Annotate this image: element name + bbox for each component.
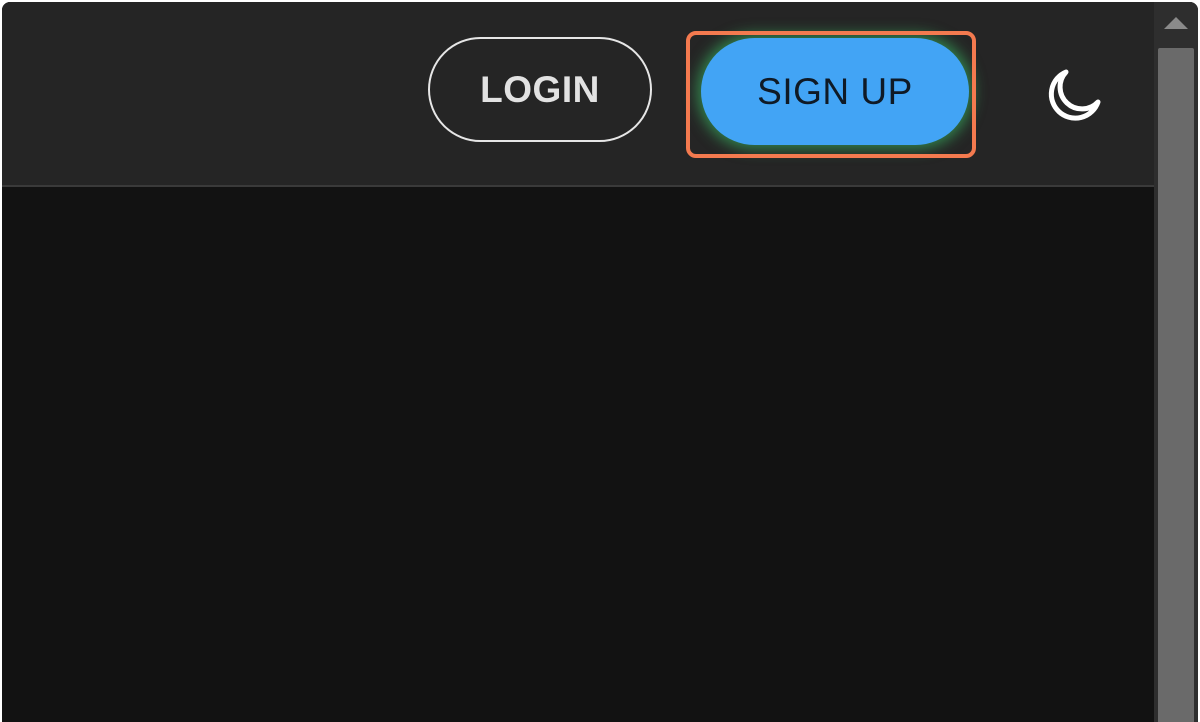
moon-icon bbox=[1048, 69, 1101, 121]
signup-highlight-box bbox=[686, 31, 976, 158]
scroll-thumb[interactable] bbox=[1158, 48, 1194, 722]
scroll-up-button[interactable] bbox=[1154, 2, 1198, 44]
scroll-up-arrow-icon bbox=[1164, 17, 1188, 29]
main-content-area bbox=[2, 187, 1154, 722]
theme-toggle-button[interactable] bbox=[1038, 60, 1108, 130]
login-button[interactable]: LOGIN bbox=[428, 37, 652, 142]
app-window: LOGIN SIGN UP bbox=[2, 2, 1198, 722]
vertical-scrollbar[interactable] bbox=[1154, 2, 1198, 722]
top-navigation-bar: LOGIN SIGN UP bbox=[2, 2, 1154, 187]
